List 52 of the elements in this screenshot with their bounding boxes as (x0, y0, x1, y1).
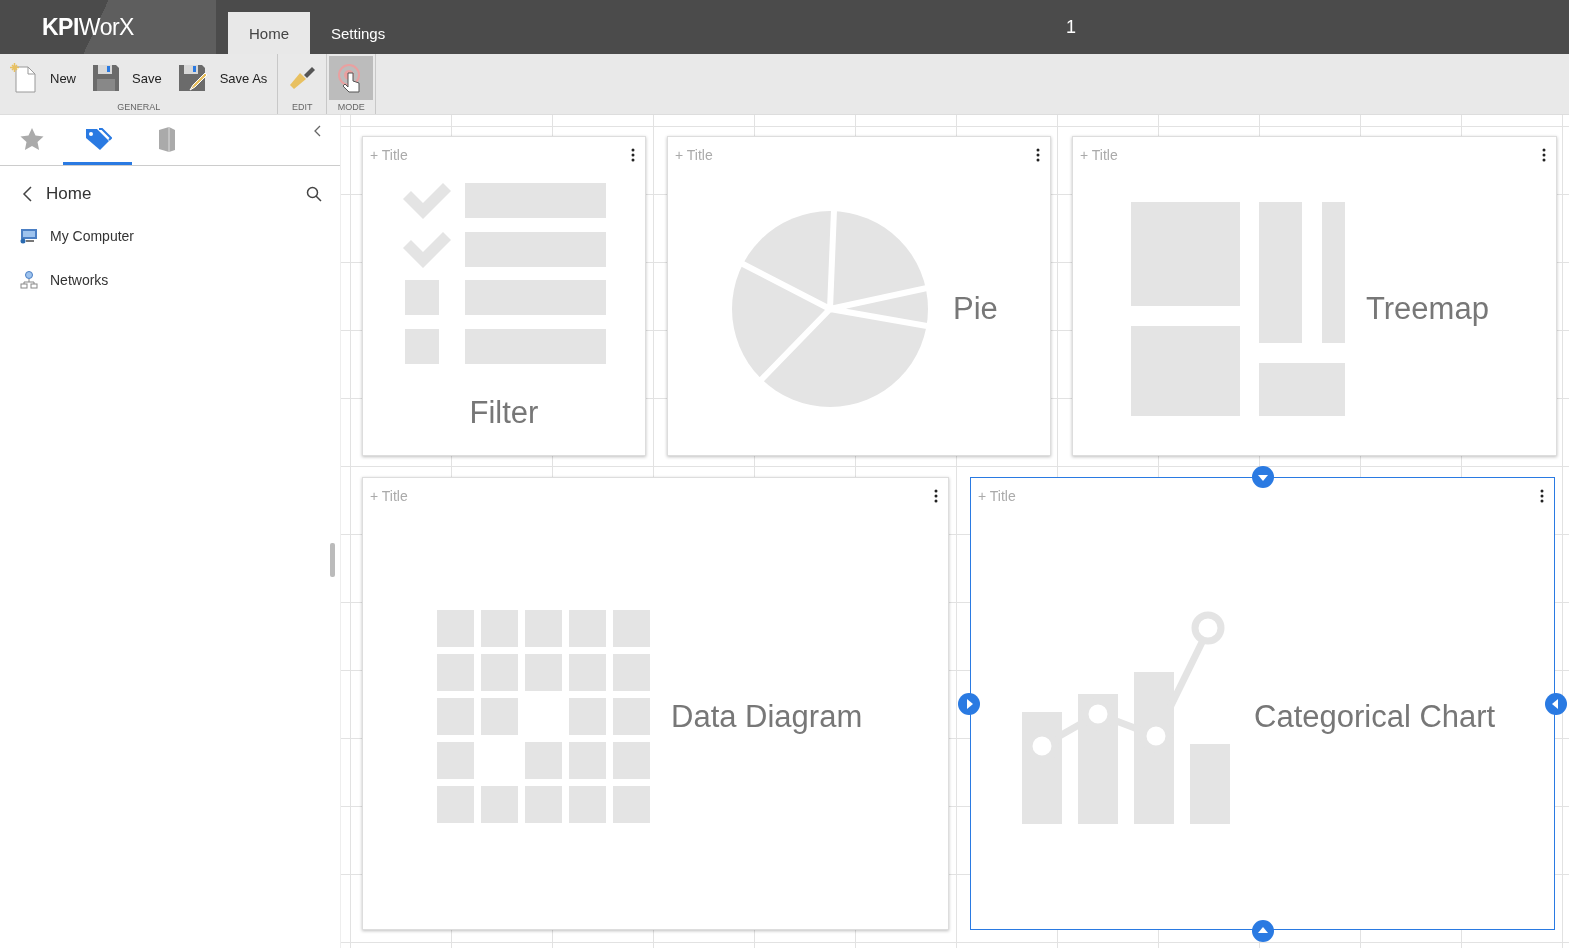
back-chevron-icon[interactable] (22, 186, 32, 202)
network-icon (20, 271, 38, 289)
sidebar-item[interactable]: My Computer (0, 214, 340, 258)
resize-handle[interactable] (1251, 466, 1274, 488)
dashboard-card[interactable]: + Title Data Diagram (362, 477, 949, 930)
search-icon[interactable] (306, 186, 322, 202)
resize-handle[interactable] (1251, 920, 1274, 942)
chart-point (1191, 611, 1225, 644)
star-icon (18, 126, 45, 151)
item-label: My Computer (50, 228, 135, 244)
mode-button[interactable] (329, 56, 374, 100)
book-icon (156, 125, 177, 152)
widget-label: Categorical Chart (1254, 698, 1496, 735)
group-label: GENERAL (116, 102, 162, 114)
more-menu-icon[interactable] (1540, 489, 1544, 503)
more-menu-icon[interactable] (631, 148, 635, 162)
group-label: EDIT (291, 102, 314, 114)
sidebar-item[interactable]: Networks (0, 258, 340, 302)
menu-tab[interactable]: Home (228, 12, 310, 54)
page-indicator: 1 (1066, 17, 1076, 38)
collapse-chevron-icon[interactable] (314, 125, 322, 137)
widget-label: Filter (469, 395, 539, 431)
more-menu-icon[interactable] (1036, 148, 1040, 162)
dashboard-card[interactable]: + Title Treemap (1072, 136, 1557, 456)
resize-handle[interactable] (1545, 692, 1567, 715)
more-menu-icon[interactable] (1542, 148, 1546, 162)
scrollbar-thumb[interactable] (330, 543, 335, 577)
title-placeholder[interactable]: + Title (370, 488, 408, 504)
item-label: Networks (50, 272, 109, 288)
new-document-icon (10, 63, 38, 93)
title-placeholder[interactable]: + Title (1080, 147, 1118, 163)
resize-handle[interactable] (958, 692, 980, 715)
widget-label: Pie (953, 291, 998, 327)
dashboard-card[interactable]: + Title Categorical Chart (970, 477, 1555, 930)
floppy-disk-pencil-icon (177, 64, 208, 92)
widget-label: Treemap (1366, 291, 1489, 327)
tags-icon (83, 126, 112, 151)
save-as-button[interactable]: Save As (169, 56, 276, 100)
menu-tab[interactable]: Settings (310, 12, 407, 54)
title-placeholder[interactable]: + Title (675, 147, 713, 163)
new-button[interactable]: New (2, 56, 84, 100)
title-placeholder[interactable]: + Title (370, 147, 408, 163)
paintbrush-icon (288, 65, 317, 91)
widget-label: Data Diagram (671, 698, 863, 735)
title-placeholder[interactable]: + Title (978, 488, 1016, 504)
computer-icon (20, 228, 38, 244)
breadcrumb-title: Home (46, 184, 93, 204)
group-label: MODE (336, 102, 366, 114)
dashboard-card[interactable]: + Title Pie (667, 136, 1051, 456)
more-menu-icon[interactable] (934, 489, 938, 503)
dashboard-card[interactable]: + Title Filter (362, 136, 646, 456)
save-button[interactable]: Save (84, 56, 170, 100)
